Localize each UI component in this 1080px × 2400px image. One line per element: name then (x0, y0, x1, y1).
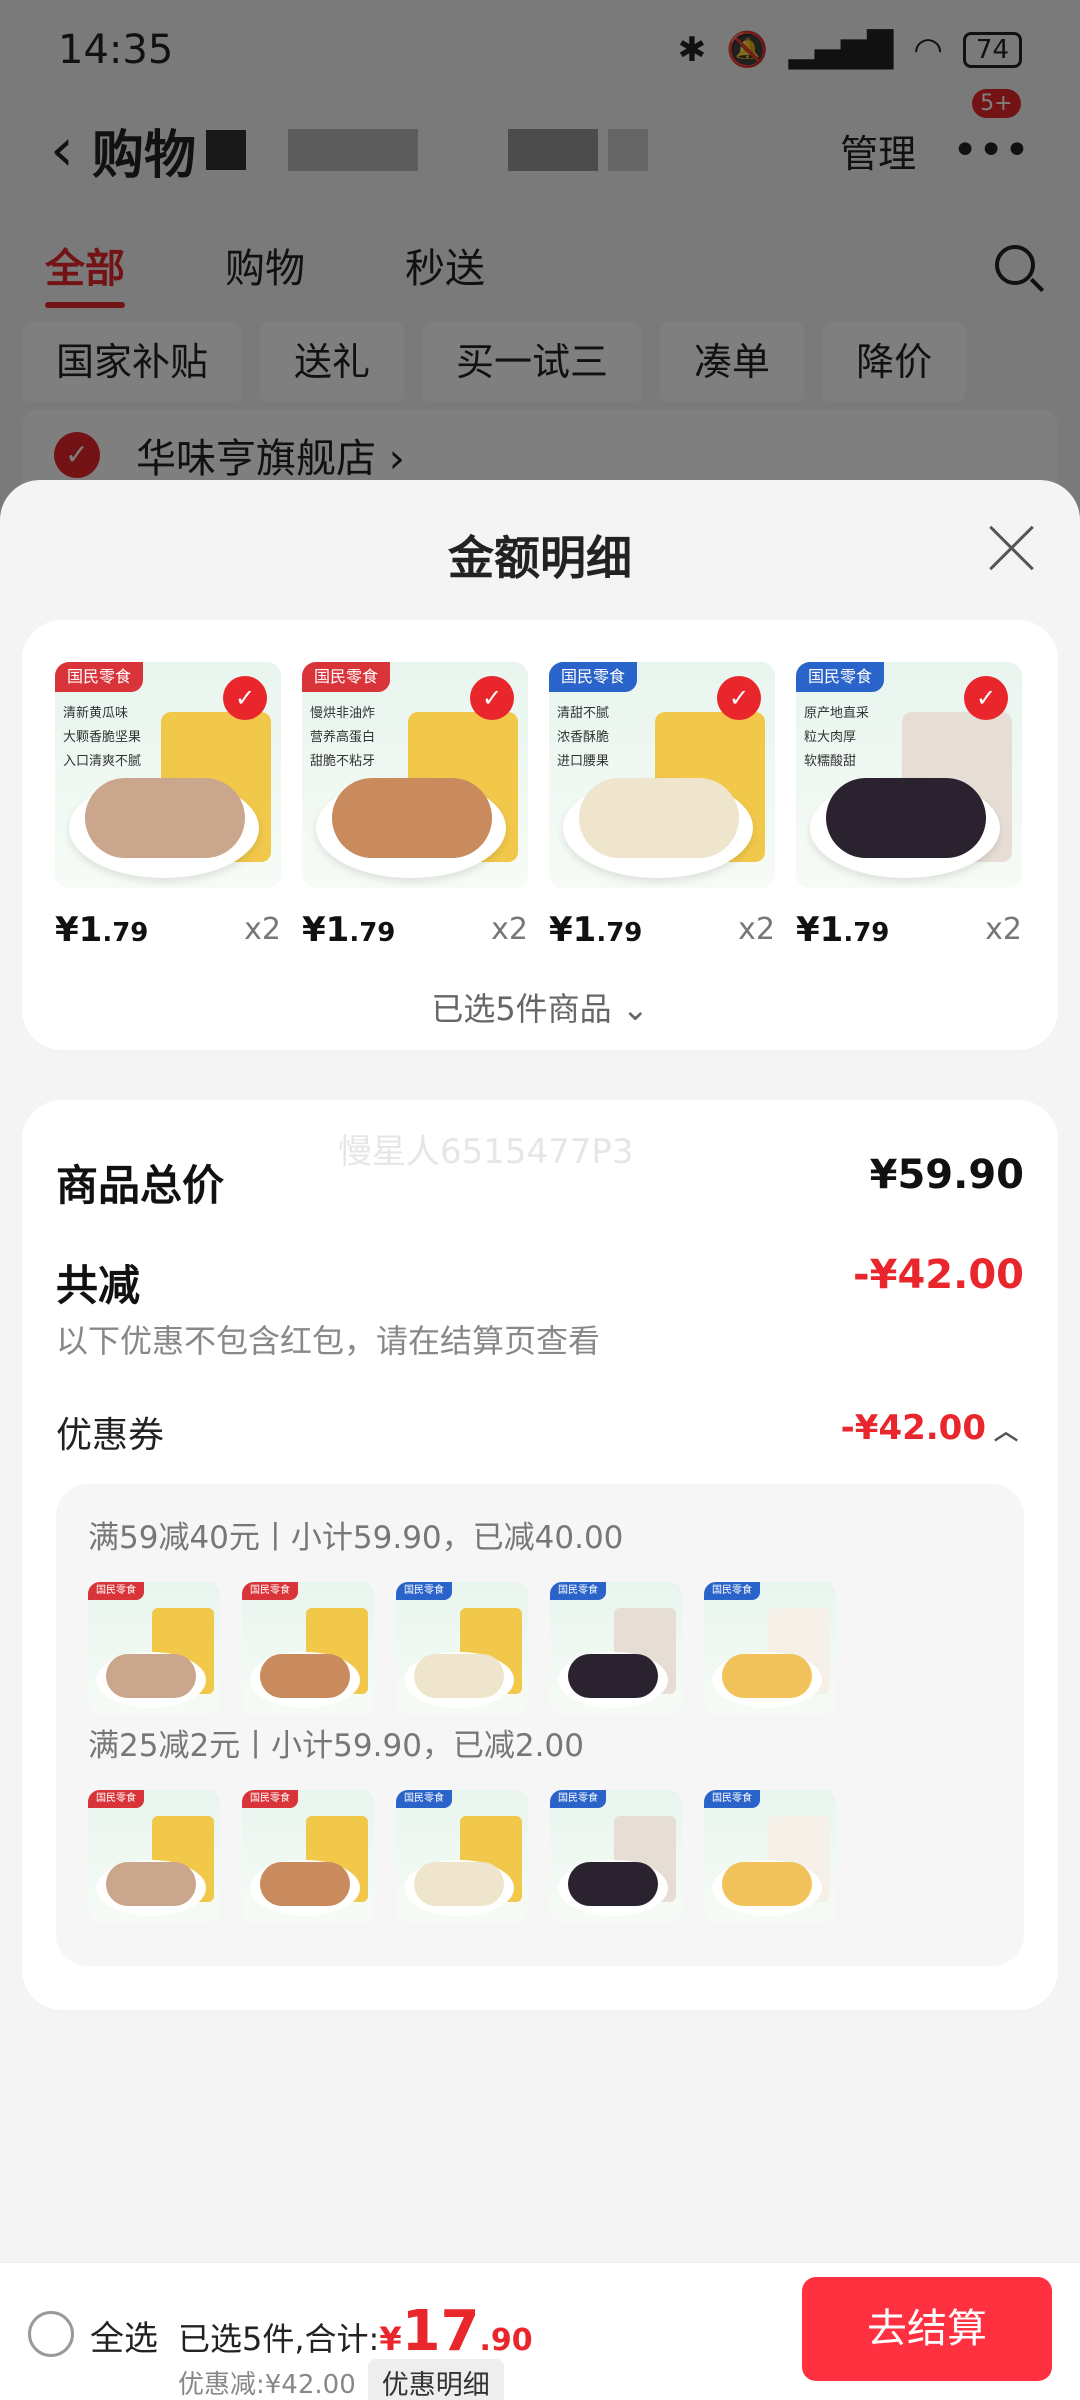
total-price-label: 商品总价 (56, 1161, 225, 1210)
product-image: 国民零食 清甜不腻 浓香酥脆 进口腰果 ✓ (549, 662, 775, 888)
food (722, 1654, 812, 1698)
food (414, 1862, 504, 1906)
selected-check-icon: ✓ (470, 676, 514, 720)
amount-detail-sheet: 金额明细 国民零食 清新黄瓜味 大颗香脆坚果 入口清爽不腻 ✓ ¥1.79 x2 国… (0, 480, 1080, 2400)
selected-products-card: 国民零食 清新黄瓜味 大颗香脆坚果 入口清爽不腻 ✓ ¥1.79 x2 国民零食 慢… (22, 620, 1058, 1050)
food (579, 778, 739, 858)
coupon-rule: 满25减2元丨小计59.90，已减2.00 (88, 1728, 584, 1764)
coupon-detail-box: 满59减40元丨小计59.90，已减40.00 国民零食 国民零食 国民零食 国民零食… (56, 1484, 1024, 1966)
brand-label: 国民零食 (796, 662, 885, 692)
food (260, 1862, 350, 1906)
watermark: 慢星人6515477P3 (338, 1132, 634, 1172)
product-item[interactable]: 国民零食 原产地直采 粒大肉厚 软糯酸甜 ✓ ¥1.79 x2 (796, 662, 1022, 950)
product-thumb: 国民零食 (396, 1582, 528, 1714)
brand-label: 国民零食 (55, 662, 144, 692)
product-image: 国民零食 慢烘非油炸 营养高蛋白 甜脆不粘牙 ✓ (302, 662, 528, 888)
product-thumb: 国民零食 (242, 1790, 374, 1922)
product-thumb: 国民零食 (704, 1790, 836, 1922)
coupon-label: 优惠券 (56, 1415, 165, 1456)
chevron-up-icon: ︿ (994, 1417, 1018, 1445)
product-item[interactable]: 国民零食 清甜不腻 浓香酥脆 进口腰果 ✓ ¥1.79 x2 (549, 662, 775, 950)
brand-label: 国民零食 (396, 1582, 452, 1600)
product-tags: 慢烘非油炸 营养高蛋白 甜脆不粘牙 (310, 706, 376, 769)
brand-label: 国民零食 (550, 1582, 606, 1600)
coupon-value[interactable]: -¥42.00 ︿ (841, 1408, 1018, 1448)
coupon-rule: 满59减40元丨小计59.90，已减40.00 (88, 1520, 624, 1556)
selected-check-icon: ✓ (717, 676, 761, 720)
product-tags: 清甜不腻 浓香酥脆 进口腰果 (557, 706, 610, 769)
food (414, 1654, 504, 1698)
price-breakdown-card: 慢星人6515477P3 商品总价 ¥59.90 共减 -¥42.00 以下优惠… (22, 1100, 1058, 2010)
product-quantity: x2 (244, 912, 281, 947)
discount-summary: 优惠减:¥42.00 优惠明细 (178, 2359, 504, 2400)
brand-label: 国民零食 (550, 1790, 606, 1808)
brand-label: 国民零食 (549, 662, 638, 692)
selected-count-toggle[interactable]: 已选5件商品 ⌄ (22, 984, 1058, 1030)
select-all-label[interactable]: 全选 (90, 2311, 158, 2360)
product-price: ¥1.79 (549, 910, 643, 950)
brand-label: 国民零食 (242, 1582, 298, 1600)
selected-check-icon: ✓ (223, 676, 267, 720)
food (85, 778, 245, 858)
brand-label: 国民零食 (88, 1790, 144, 1808)
sheet-title: 金额明细 (448, 531, 632, 585)
product-tags: 清新黄瓜味 大颗香脆坚果 入口清爽不腻 (63, 706, 142, 769)
coupon-product-thumbs: 国民零食 国民零食 国民零食 国民零食 国民零食 (88, 1582, 836, 1714)
close-icon[interactable] (986, 522, 1036, 572)
product-thumb: 国民零食 (550, 1790, 682, 1922)
brand-label: 国民零食 (396, 1790, 452, 1808)
brand-label: 国民零食 (302, 662, 391, 692)
brand-label: 国民零食 (704, 1582, 760, 1600)
product-item[interactable]: 国民零食 清新黄瓜味 大颗香脆坚果 入口清爽不腻 ✓ ¥1.79 x2 (55, 662, 281, 950)
food (568, 1654, 658, 1698)
total-reduction-label: 共减 (56, 1261, 141, 1310)
food (260, 1654, 350, 1698)
product-quantity: x2 (985, 912, 1022, 947)
selected-check-icon: ✓ (964, 676, 1008, 720)
coupon-product-thumbs: 国民零食 国民零食 国民零食 国民零食 国民零食 (88, 1790, 836, 1922)
product-thumb: 国民零食 (242, 1582, 374, 1714)
product-price: ¥1.79 (302, 910, 396, 950)
product-image: 国民零食 清新黄瓜味 大颗香脆坚果 入口清爽不腻 ✓ (55, 662, 281, 888)
food (826, 778, 986, 858)
food (106, 1862, 196, 1906)
product-quantity: x2 (491, 912, 528, 947)
order-summary: 已选5件,合计:¥17.90 (178, 2299, 533, 2364)
brand-label: 国民零食 (704, 1790, 760, 1808)
checkout-button[interactable]: 去结算 (802, 2277, 1052, 2381)
brand-label: 国民零食 (242, 1790, 298, 1808)
product-price: ¥1.79 (55, 910, 149, 950)
checkout-bar: 全选 已选5件,合计:¥17.90 优惠减:¥42.00 优惠明细 去结算 (0, 2262, 1080, 2400)
total-reduction-value: -¥42.00 (853, 1252, 1024, 1298)
food (722, 1862, 812, 1906)
discount-detail-button[interactable]: 优惠明细 (367, 2359, 504, 2400)
product-thumb: 国民零食 (550, 1582, 682, 1714)
product-tags: 原产地直采 粒大肉厚 软糯酸甜 (804, 706, 870, 769)
total-price-value: ¥59.90 (869, 1152, 1024, 1198)
food (332, 778, 492, 858)
food (568, 1862, 658, 1906)
product-thumb: 国民零食 (88, 1790, 220, 1922)
discount-note: 以下优惠不包含红包，请在结算页查看 (56, 1322, 601, 1360)
product-item[interactable]: 国民零食 慢烘非油炸 营养高蛋白 甜脆不粘牙 ✓ ¥1.79 x2 (302, 662, 528, 950)
product-quantity: x2 (738, 912, 775, 947)
discount-amount: 优惠减:¥42.00 (178, 2370, 356, 2400)
brand-label: 国民零食 (88, 1582, 144, 1600)
product-thumb: 国民零食 (396, 1790, 528, 1922)
food (106, 1654, 196, 1698)
product-thumb: 国民零食 (88, 1582, 220, 1714)
product-thumb: 国民零食 (704, 1582, 836, 1714)
product-image: 国民零食 原产地直采 粒大肉厚 软糯酸甜 ✓ (796, 662, 1022, 888)
product-price: ¥1.79 (796, 910, 890, 950)
select-all-radio[interactable] (28, 2311, 74, 2357)
